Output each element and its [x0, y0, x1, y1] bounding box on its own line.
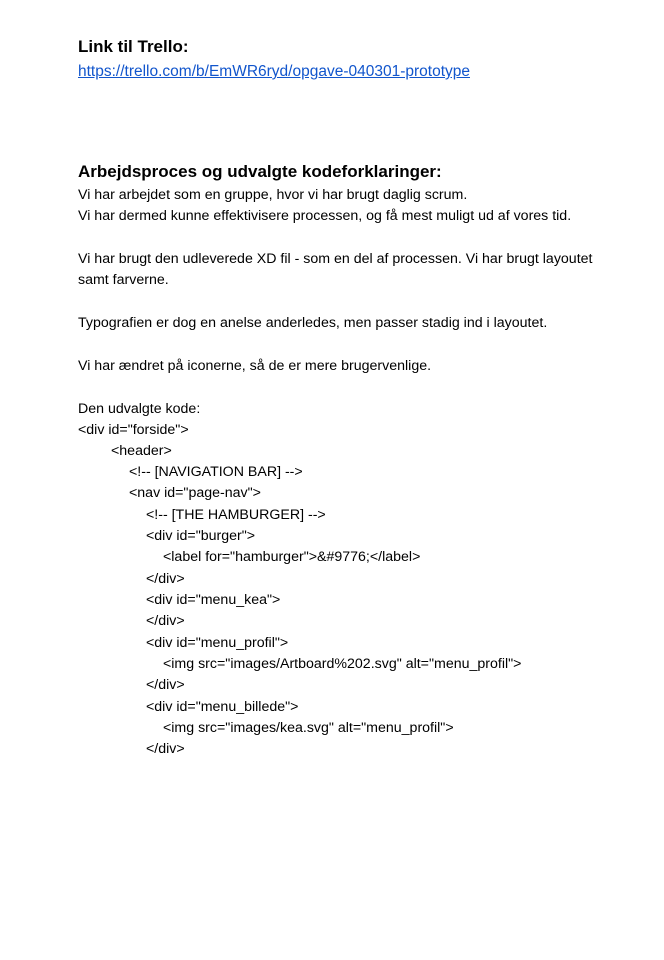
- code-line: <div id="menu_kea">: [146, 592, 281, 608]
- code-line: <img src="images/Artboard%202.svg" alt="…: [163, 656, 522, 672]
- process-heading: Arbejdsproces og udvalgte kodeforklaring…: [78, 162, 442, 181]
- code-line: </div>: [146, 677, 185, 693]
- code-line: <div id="forside">: [78, 422, 189, 438]
- code-intro: Den udvalgte kode:: [78, 401, 201, 417]
- process-line: Vi har ændret på iconerne, så de er mere…: [78, 358, 432, 374]
- code-line: <img src="images/kea.svg" alt="menu_prof…: [163, 720, 454, 736]
- document-page: Link til Trello: https://trello.com/b/Em…: [0, 0, 664, 960]
- process-line: Vi har dermed kunne effektivisere proces…: [78, 208, 572, 224]
- code-line: <label for="hamburger">&#9776;</label>: [163, 549, 421, 565]
- process-line: Typografien er dog en anelse anderledes,…: [78, 315, 548, 331]
- process-line: Vi har brugt den udleverede XD fil - som…: [78, 251, 593, 267]
- code-line: <div id="burger">: [146, 528, 256, 544]
- code-line: <!-- [NAVIGATION BAR] -->: [129, 464, 303, 480]
- code-line: <div id="menu_profil">: [146, 635, 289, 651]
- code-line: </div>: [146, 741, 185, 757]
- code-line: <header>: [111, 443, 172, 459]
- code-line: </div>: [146, 613, 185, 629]
- code-line: <div id="menu_billede">: [146, 699, 299, 715]
- process-line: Vi har arbejdet som en gruppe, hvor vi h…: [78, 187, 468, 203]
- code-line: </div>: [146, 571, 185, 587]
- code-line: <nav id="page-nav">: [129, 485, 261, 501]
- trello-heading: Link til Trello:: [78, 37, 189, 56]
- trello-link[interactable]: https://trello.com/b/EmWR6ryd/opgave-040…: [78, 62, 470, 82]
- code-line: <!-- [THE HAMBURGER] -->: [146, 507, 326, 523]
- process-line: samt farverne.: [78, 272, 169, 288]
